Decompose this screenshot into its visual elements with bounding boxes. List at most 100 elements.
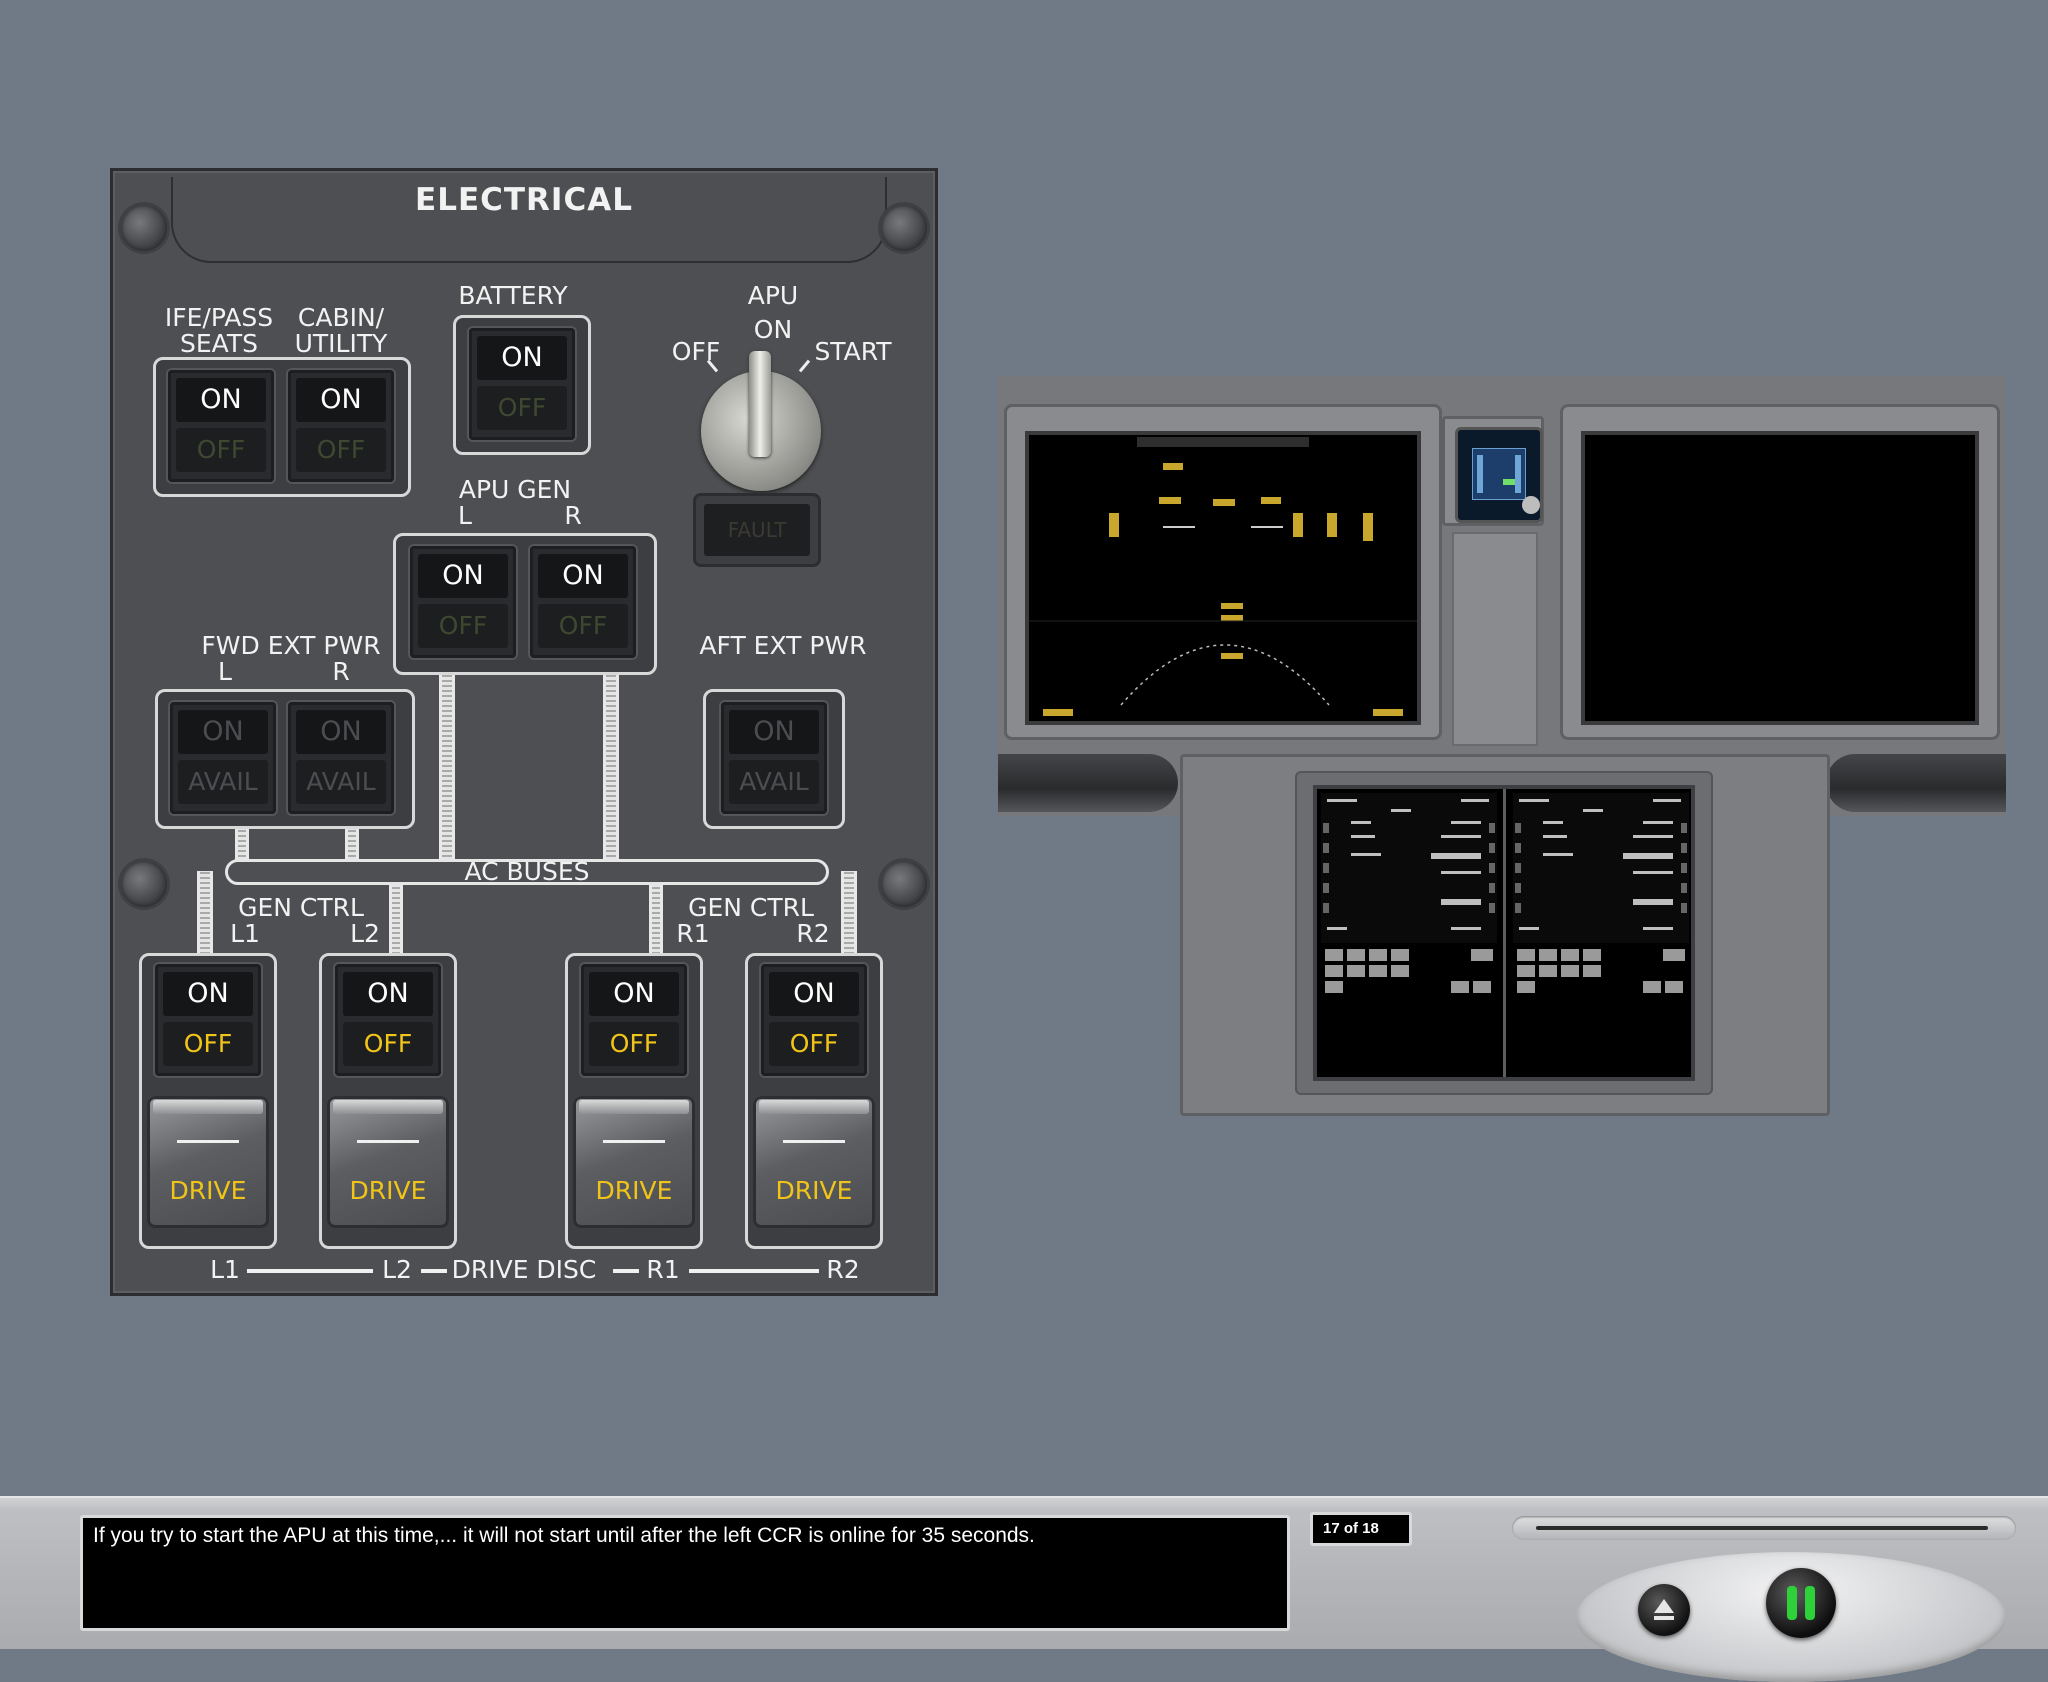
apu-gen-bezel: ON OFF ON OFF xyxy=(393,533,657,675)
slide-counter: 17 of 18 xyxy=(1310,1512,1412,1546)
switch-off-light: OFF xyxy=(296,428,386,472)
right-display-frame xyxy=(1560,404,2000,740)
drive-light: DRIVE xyxy=(775,1176,853,1205)
fwd-ext-pwr-left-switch[interactable]: ON AVAIL xyxy=(170,702,276,814)
screw-icon xyxy=(121,861,167,907)
switch-on-light: ON xyxy=(477,336,567,380)
switch-off-light: OFF xyxy=(343,1022,433,1066)
apu-gen-left-switch[interactable]: ON OFF xyxy=(410,546,516,658)
pfd-graphic xyxy=(1029,437,1417,716)
cabin-utility-switch[interactable]: ON OFF xyxy=(288,370,394,482)
gen-ctrl-l1-label: L1 xyxy=(230,919,260,948)
gen-ctrl-l1-switch[interactable]: ON OFF xyxy=(155,964,261,1076)
fwd-ext-right-label: R xyxy=(332,657,350,686)
lower-display-bezel xyxy=(1295,771,1713,1095)
gen-ctrl-r1-switch[interactable]: ON OFF xyxy=(581,964,687,1076)
switch-off-light: OFF xyxy=(163,1022,253,1066)
gen-ctrl-l2-bezel: ON OFF DRIVE xyxy=(319,953,457,1249)
caption-text: If you try to start the APU at this time… xyxy=(93,1524,1035,1547)
switch-on-light: ON xyxy=(729,710,819,754)
gen-ctrl-l2-switch[interactable]: ON OFF xyxy=(335,964,441,1076)
gen-ctrl-l2-label: L2 xyxy=(350,919,380,948)
eject-button[interactable] xyxy=(1638,1584,1690,1636)
guard-hinge xyxy=(153,1100,263,1114)
drive-disc-l1-guard[interactable]: DRIVE xyxy=(147,1096,269,1228)
left-display-frame xyxy=(1004,404,1442,740)
switch-on-light: ON xyxy=(343,972,433,1016)
drive-disc-line xyxy=(613,1269,639,1273)
apu-off-position: OFF xyxy=(671,337,721,366)
aft-ext-pwr-bezel: ON AVAIL xyxy=(703,689,845,829)
gen-ctrl-r1-bezel: ON OFF DRIVE xyxy=(565,953,703,1249)
apu-label: APU xyxy=(747,281,799,310)
apu-fault-bezel: FAULT xyxy=(693,493,821,567)
cabin-utility-label: CABIN/ UTILITY xyxy=(294,303,388,358)
gen-ctrl-r2-switch[interactable]: ON OFF xyxy=(761,964,867,1076)
electrical-panel: ELECTRICAL IFE/PASS SEATS CABIN/ UTILITY… xyxy=(110,168,938,1296)
drive-light: DRIVE xyxy=(169,1176,247,1205)
guard-hinge xyxy=(333,1100,443,1114)
navigation-display[interactable] xyxy=(1581,431,1979,725)
fwd-ext-pwr-right-switch[interactable]: ON AVAIL xyxy=(288,702,394,814)
standby-instrument-frame xyxy=(1442,416,1544,526)
switch-avail-light: AVAIL xyxy=(178,760,268,804)
cdu-left-keys xyxy=(1321,947,1497,997)
display-divider xyxy=(1503,789,1506,1077)
drive-disc-line xyxy=(421,1269,447,1273)
guard-dash xyxy=(177,1140,239,1143)
screw-icon xyxy=(121,205,167,251)
gen-ctrl-r2-label: R2 xyxy=(796,919,830,948)
switch-on-light: ON xyxy=(163,972,253,1016)
apu-gen-left-label: L xyxy=(458,501,472,530)
apu-gen-right-switch[interactable]: ON OFF xyxy=(530,546,636,658)
caption-box: If you try to start the APU at this time… xyxy=(80,1515,1290,1631)
battery-switch[interactable]: ON OFF xyxy=(469,328,575,440)
switch-on-light: ON xyxy=(176,378,266,422)
aft-ext-pwr-switch[interactable]: ON AVAIL xyxy=(721,702,827,814)
standby-instrument[interactable] xyxy=(1455,427,1543,523)
cdu-left-graphic xyxy=(1323,799,1495,930)
multifunction-display[interactable] xyxy=(1313,785,1695,1081)
drive-disc-line xyxy=(689,1269,819,1273)
battery-label: BATTERY xyxy=(458,281,568,310)
drive-disc-r2-guard[interactable]: DRIVE xyxy=(753,1096,875,1228)
primary-flight-display[interactable] xyxy=(1025,431,1421,725)
bus-pipe xyxy=(603,675,619,865)
progress-bar[interactable] xyxy=(1512,1516,2016,1540)
ife-pass-seats-label: IFE/PASS SEATS xyxy=(164,303,274,358)
drive-disc-r1-guard[interactable]: DRIVE xyxy=(573,1096,695,1228)
switch-avail-light: AVAIL xyxy=(296,760,386,804)
pause-button[interactable] xyxy=(1766,1568,1836,1638)
cdu-left-page xyxy=(1321,793,1497,943)
apu-selector-knob[interactable] xyxy=(701,351,821,491)
bus-pipe xyxy=(439,675,455,865)
lower-display-panel xyxy=(1180,754,1830,1116)
switch-off-light: OFF xyxy=(176,428,266,472)
apu-start-position: START xyxy=(814,337,892,366)
switch-on-light: ON xyxy=(589,972,679,1016)
drive-disc-l2-guard[interactable]: DRIVE xyxy=(327,1096,449,1228)
panel-title: ELECTRICAL xyxy=(415,182,633,218)
guard-dash xyxy=(357,1140,419,1143)
gen-ctrl-l1-bezel: ON OFF DRIVE xyxy=(139,953,277,1249)
standby-knob[interactable] xyxy=(1522,496,1540,514)
fwd-ext-left-label: L xyxy=(218,657,232,686)
gen-ctrl-right-label: GEN CTRL xyxy=(688,893,814,922)
cdu-right-graphic xyxy=(1515,799,1687,930)
cdu-left-keys-graphic xyxy=(1325,949,1493,993)
glareshield-right xyxy=(1826,754,2006,812)
ife-cabin-bezel: ON OFF ON OFF xyxy=(153,357,411,497)
switch-on-light: ON xyxy=(418,554,508,598)
ac-buses-label: AC BUSES xyxy=(464,857,590,886)
drive-light: DRIVE xyxy=(595,1176,673,1205)
switch-off-light: OFF xyxy=(769,1022,859,1066)
drive-light: DRIVE xyxy=(349,1176,427,1205)
gen-ctrl-r2-bezel: ON OFF DRIVE xyxy=(745,953,883,1249)
gen-ctrl-r1-label: R1 xyxy=(676,919,710,948)
standby-tape xyxy=(1477,455,1483,493)
bus-pipe xyxy=(197,871,213,957)
ife-pass-seats-switch[interactable]: ON OFF xyxy=(168,370,274,482)
switch-on-light: ON xyxy=(296,710,386,754)
drive-disc-r2-label: R2 xyxy=(826,1255,860,1284)
apu-on-position: ON xyxy=(753,315,793,344)
